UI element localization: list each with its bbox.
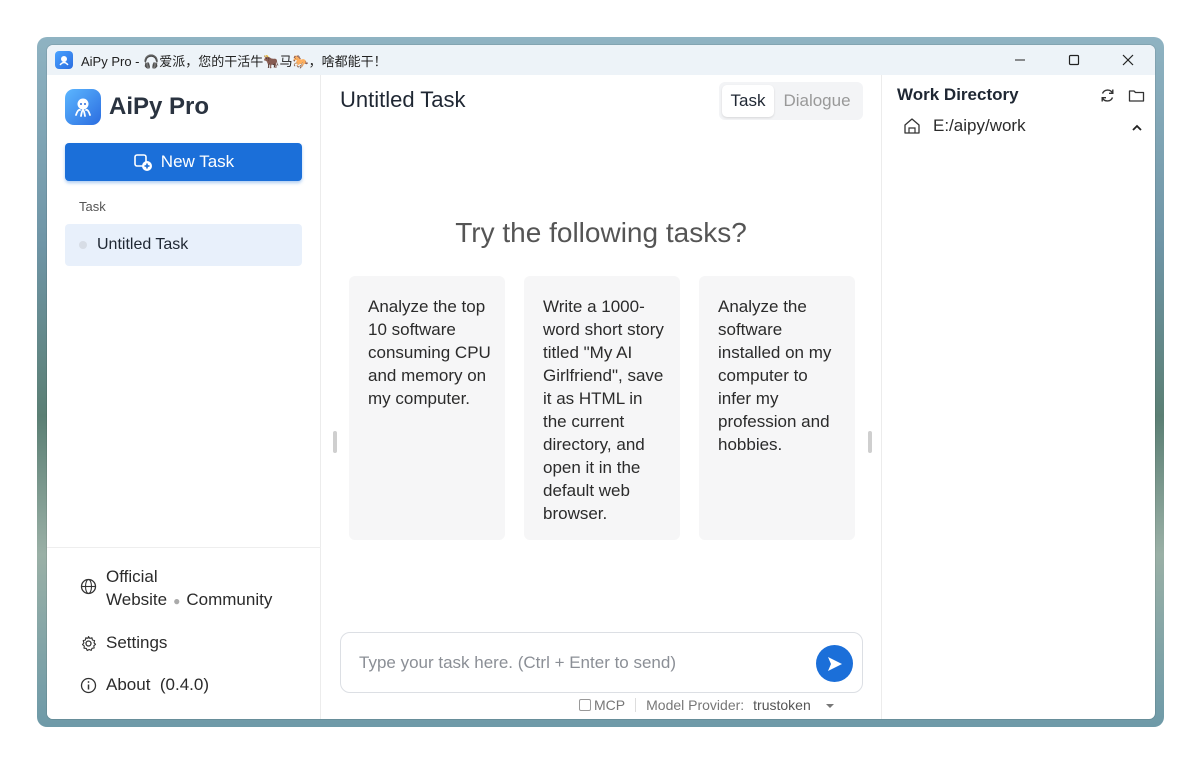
- title-bar: AiPy Pro - 🎧爱派，您的干活牛🐂马🐎，啥都能干！: [47, 45, 1155, 75]
- task-section-label: Task: [79, 199, 106, 214]
- suggestion-card[interactable]: Analyze the top 10 software consuming CP…: [349, 276, 505, 540]
- window-title: AiPy Pro - 🎧爱派，您的干活牛🐂马🐎，啥都能干！: [81, 53, 387, 69]
- app-window: AiPy Pro - 🎧爱派，您的干活牛🐂马🐎，啥都能干！ AiPy Pro N…: [47, 45, 1155, 719]
- app-logo-icon: [55, 51, 73, 69]
- gear-icon: [79, 634, 97, 652]
- app-name: AiPy Pro: [109, 93, 210, 120]
- work-directory-panel: Work Directory E:/aipy/work: [881, 75, 1155, 719]
- official-line2: Website: [106, 590, 168, 609]
- send-button[interactable]: [816, 645, 853, 682]
- mcp-label: MCP: [594, 697, 626, 713]
- official-website-link[interactable]: Official Website: [106, 567, 167, 609]
- directory-actions: [1087, 86, 1145, 104]
- task-item-label: Untitled Task: [97, 236, 189, 253]
- task-input-box: [340, 632, 863, 693]
- about-link[interactable]: About (0.4.0): [79, 675, 209, 695]
- provider-select[interactable]: trustoken: [753, 697, 811, 713]
- directory-row[interactable]: E:/aipy/work: [903, 116, 1143, 136]
- tab-task[interactable]: Task: [722, 85, 774, 117]
- official-line1: Official: [106, 567, 158, 586]
- maximize-icon: [1068, 54, 1080, 66]
- settings-label: Settings: [106, 633, 168, 652]
- maximize-button[interactable]: [1047, 45, 1101, 75]
- options-separator: [635, 698, 637, 712]
- refresh-icon[interactable]: [1098, 86, 1116, 104]
- tab-dialogue[interactable]: Dialogue: [774, 85, 860, 117]
- work-directory-title: Work Directory: [897, 85, 1019, 104]
- page-title: Untitled Task: [340, 87, 466, 112]
- sidebar: AiPy Pro New Task Task Untitled Task Off…: [47, 75, 321, 719]
- new-task-label: New Task: [160, 152, 235, 171]
- close-icon: [1122, 54, 1134, 66]
- new-task-button[interactable]: New Task: [65, 143, 302, 181]
- suggestions-heading: Try the following tasks?: [455, 217, 747, 248]
- official-links: Official Website ● Community: [79, 565, 272, 613]
- provider-label: Model Provider:: [646, 697, 745, 713]
- main-panel: Untitled Task Task Dialogue Try the foll…: [321, 75, 881, 719]
- home-icon: [903, 117, 921, 135]
- settings-link[interactable]: Settings: [79, 633, 167, 653]
- chevron-down-icon[interactable]: [825, 697, 835, 713]
- globe-icon: [79, 577, 97, 595]
- close-button[interactable]: [1101, 45, 1155, 75]
- brand: AiPy Pro: [65, 89, 209, 125]
- input-options-bar: MCP Model Provider: trustoken: [579, 697, 835, 713]
- community-link[interactable]: Community: [186, 590, 272, 609]
- minimize-button[interactable]: [993, 45, 1047, 75]
- left-resize-handle[interactable]: [333, 431, 337, 453]
- suggestion-card[interactable]: Write a 1000-word short story titled "My…: [524, 276, 680, 540]
- chevron-up-icon[interactable]: [1131, 119, 1143, 139]
- octopus-logo-icon: [65, 89, 101, 125]
- task-input[interactable]: [359, 651, 799, 675]
- right-resize-handle[interactable]: [868, 431, 872, 453]
- minimize-icon: [1015, 59, 1025, 61]
- window-controls: [993, 45, 1155, 75]
- info-icon: [79, 676, 97, 694]
- sidebar-divider: [47, 547, 321, 548]
- mcp-checkbox[interactable]: [579, 699, 591, 711]
- link-separator: ●: [173, 594, 181, 608]
- task-list-item[interactable]: Untitled Task: [65, 224, 302, 266]
- new-task-icon: [133, 154, 152, 171]
- send-icon: [827, 656, 842, 671]
- task-status-dot: [79, 241, 87, 249]
- directory-path: E:/aipy/work: [933, 116, 1026, 135]
- mode-toggle: Task Dialogue: [719, 82, 863, 120]
- folder-icon[interactable]: [1127, 86, 1145, 104]
- about-label: About (0.4.0): [106, 675, 210, 694]
- suggestion-cards: Analyze the top 10 software consuming CP…: [349, 276, 855, 540]
- suggestion-card[interactable]: Analyze the software installed on my com…: [699, 276, 855, 540]
